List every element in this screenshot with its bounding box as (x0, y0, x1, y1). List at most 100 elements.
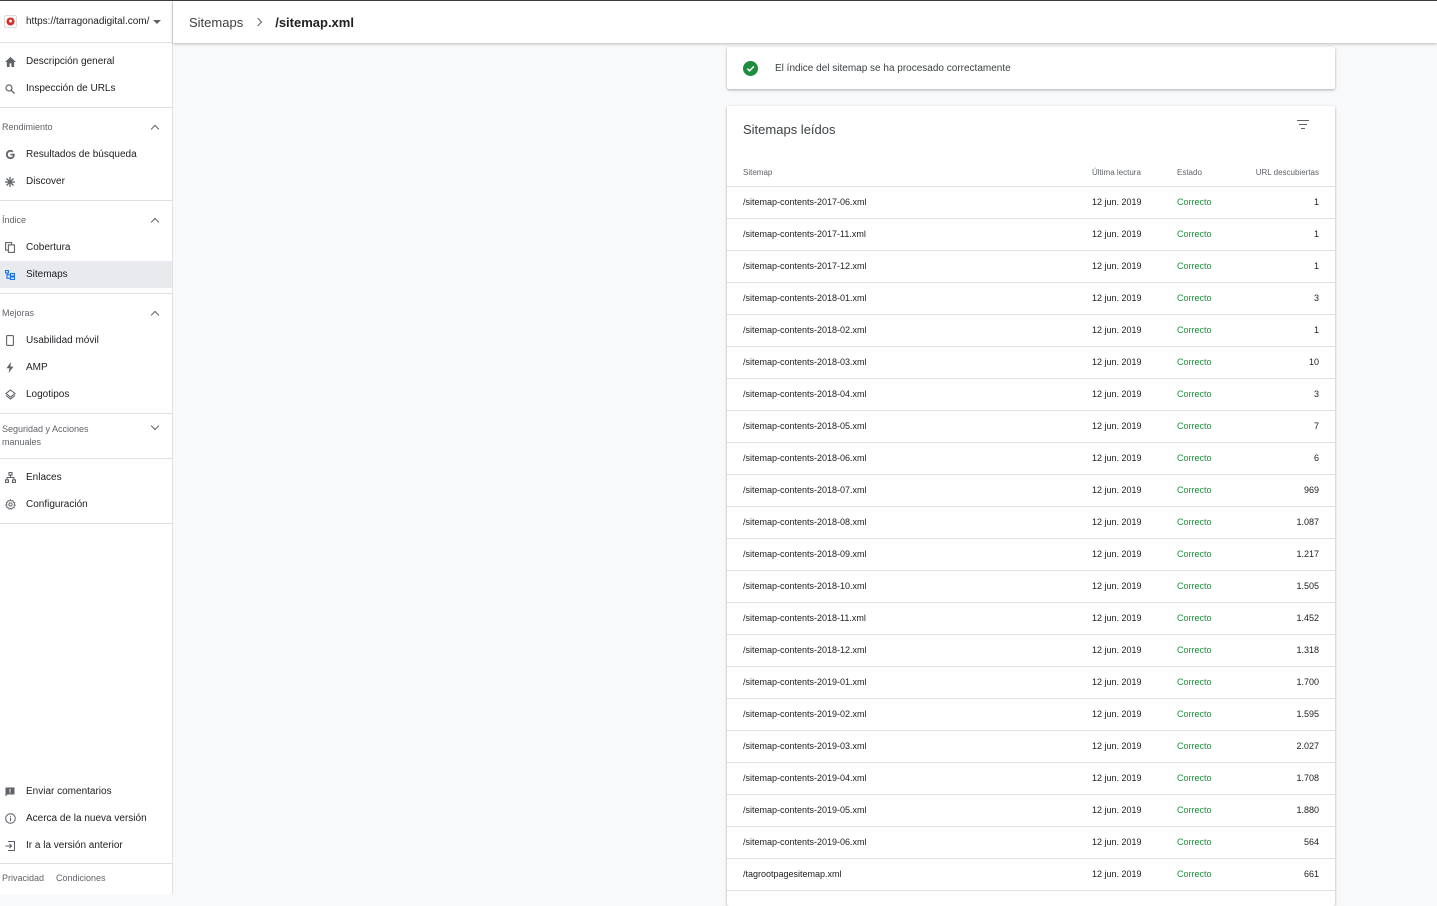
nav-item-label: Usabilidad móvil (26, 335, 99, 346)
section-toggle-enhancements[interactable]: Mejoras (0, 299, 172, 327)
cell-state: Correcto (1177, 869, 1212, 879)
table-row[interactable]: /sitemap-contents-2018-12.xml 12 jun. 201… (727, 635, 1335, 667)
nav-item-label: Enviar comentarios (26, 786, 112, 797)
property-icon (4, 15, 17, 28)
cell-sitemap: /sitemap-contents-2019-01.xml (743, 677, 867, 687)
nav-item-discover[interactable]: Discover (0, 168, 172, 195)
nav-item-overview[interactable]: Descripción general (0, 48, 172, 75)
table-row[interactable]: /sitemap-contents-2018-06.xml 12 jun. 201… (727, 443, 1335, 475)
chevron-down-icon (150, 421, 160, 431)
cell-state: Correcto (1177, 325, 1212, 335)
column-header-sitemap[interactable]: Sitemap (743, 168, 772, 177)
table-row[interactable]: /sitemap-contents-2018-04.xml 12 jun. 201… (727, 379, 1335, 411)
breadcrumb-sitemaps[interactable]: Sitemaps (189, 15, 243, 30)
nav-item-links[interactable]: Enlaces (0, 464, 172, 491)
layers-icon (4, 389, 16, 401)
cell-last-read: 12 jun. 2019 (1092, 421, 1142, 431)
search-icon (4, 83, 16, 95)
bolt-icon (4, 362, 16, 374)
breadcrumb-current: /sitemap.xml (275, 14, 354, 30)
table-row[interactable]: /sitemap-contents-2018-05.xml 12 jun. 201… (727, 411, 1335, 443)
cell-sitemap: /sitemap-contents-2018-03.xml (743, 357, 867, 367)
cell-urls: 1.217 (1296, 549, 1319, 559)
check-circle-icon (743, 60, 758, 76)
cell-urls: 1.880 (1296, 805, 1319, 815)
cell-state: Correcto (1177, 581, 1212, 591)
section-toggle-index[interactable]: Índice (0, 206, 172, 234)
cell-state: Correcto (1177, 709, 1212, 719)
cell-sitemap: /sitemap-contents-2018-07.xml (743, 485, 867, 495)
cell-last-read: 12 jun. 2019 (1092, 485, 1142, 495)
nav-item-settings[interactable]: Configuración (0, 491, 172, 518)
table-row[interactable]: /sitemap-contents-2017-12.xml 12 jun. 201… (727, 251, 1335, 283)
table-row[interactable]: /sitemap-contents-2019-01.xml 12 jun. 201… (727, 667, 1335, 699)
nav-item-previous-version[interactable]: Ir a la versión anterior (0, 832, 172, 859)
cell-state: Correcto (1177, 261, 1212, 271)
table-row[interactable]: /sitemap-contents-2017-06.xml 12 jun. 201… (727, 187, 1335, 219)
nav-section-security: Seguridad y Acciones manuales (0, 414, 172, 459)
nav-item-mobile-usability[interactable]: Usabilidad móvil (0, 327, 172, 354)
table-row[interactable]: /sitemap-contents-2018-01.xml 12 jun. 201… (727, 283, 1335, 315)
chevron-right-icon (253, 17, 263, 27)
nav-item-logos[interactable]: Logotipos (0, 381, 172, 408)
cell-state: Correcto (1177, 613, 1212, 623)
cell-state: Correcto (1177, 645, 1212, 655)
table-row[interactable]: /tagrootpagesitemap.xml 12 jun. 2019 Corre… (727, 859, 1335, 891)
table-row[interactable]: /sitemap-contents-2018-09.xml 12 jun. 201… (727, 539, 1335, 571)
cell-state: Correcto (1177, 773, 1212, 783)
cell-sitemap: /sitemap-contents-2019-02.xml (743, 709, 867, 719)
cell-urls: 1.708 (1296, 773, 1319, 783)
nav-item-sitemaps[interactable]: Sitemaps (0, 261, 172, 288)
cell-sitemap: /sitemap-contents-2018-06.xml (743, 453, 867, 463)
column-header-state[interactable]: Estado (1177, 168, 1202, 177)
status-card: El índice del sitemap se ha procesado co… (727, 47, 1335, 89)
table-row[interactable]: /sitemap-contents-2019-03.xml 12 jun. 201… (727, 731, 1335, 763)
filter-icon[interactable] (1297, 120, 1309, 132)
privacy-link[interactable]: Privacidad (2, 873, 44, 883)
cell-sitemap: /sitemap-contents-2018-05.xml (743, 421, 867, 431)
cell-last-read: 12 jun. 2019 (1092, 581, 1142, 591)
table-row[interactable]: /sitemap-contents-2018-10.xml 12 jun. 201… (727, 571, 1335, 603)
terms-link[interactable]: Condiciones (56, 873, 106, 883)
nav-item-label: Discover (26, 176, 65, 187)
nav-section-enhancements: Mejoras Usabilidad móvil AMP Logotipos (0, 294, 172, 414)
google-icon (4, 149, 16, 161)
table-row[interactable]: /sitemap-contents-2018-07.xml 12 jun. 201… (727, 475, 1335, 507)
table-row[interactable]: /sitemap-contents-2019-06.xml 12 jun. 201… (727, 827, 1335, 859)
property-selector[interactable]: https://tarragonadigital.com/ (0, 1, 172, 43)
table-row[interactable]: /sitemap-contents-2017-11.xml 12 jun. 201… (727, 219, 1335, 251)
feedback-icon (4, 786, 16, 798)
nav-item-coverage[interactable]: Cobertura (0, 234, 172, 261)
column-header-urls[interactable]: URL descubiertas (1256, 168, 1319, 177)
table-row[interactable]: /sitemap-contents-2018-02.xml 12 jun. 201… (727, 315, 1335, 347)
cell-urls: 564 (1303, 837, 1319, 847)
nav-item-amp[interactable]: AMP (0, 354, 172, 381)
nav-item-search-results[interactable]: Resultados de búsqueda (0, 141, 172, 168)
nav-item-send-feedback[interactable]: Enviar comentarios (0, 778, 172, 805)
nav-item-label: Logotipos (26, 389, 70, 400)
table-row[interactable]: /sitemap-contents-2018-03.xml 12 jun. 201… (727, 347, 1335, 379)
nav-item-label: Enlaces (26, 472, 62, 483)
property-url: https://tarragonadigital.com/ (26, 16, 150, 27)
table-row[interactable]: /sitemap-contents-2018-11.xml 12 jun. 201… (727, 603, 1335, 635)
table-row[interactable]: /sitemap-contents-2018-08.xml 12 jun. 201… (727, 507, 1335, 539)
section-title: Seguridad y Acciones manuales (2, 424, 89, 447)
nav-item-label: Acerca de la nueva versión (26, 813, 147, 824)
column-header-last-read[interactable]: Última lectura (1092, 168, 1141, 177)
cell-last-read: 12 jun. 2019 (1092, 741, 1142, 751)
table-row[interactable]: /sitemap-contents-2019-05.xml 12 jun. 201… (727, 795, 1335, 827)
cell-last-read: 12 jun. 2019 (1092, 677, 1142, 687)
nav-item-label: Inspección de URLs (26, 83, 116, 94)
cell-sitemap: /sitemap-contents-2018-09.xml (743, 549, 867, 559)
table-row[interactable]: /sitemap-contents-2019-02.xml 12 jun. 201… (727, 699, 1335, 731)
sidebar: https://tarragonadigital.com/ Descripció… (0, 1, 173, 894)
section-toggle-security[interactable]: Seguridad y Acciones manuales (0, 419, 172, 453)
section-toggle-performance[interactable]: Rendimiento (0, 113, 172, 141)
table-row[interactable]: /sitemap-contents-2019-04.xml 12 jun. 201… (727, 763, 1335, 795)
nav-item-about-new-version[interactable]: Acerca de la nueva versión (0, 805, 172, 832)
cell-state: Correcto (1177, 197, 1212, 207)
sidebar-footer: Privacidad Condiciones (0, 863, 172, 883)
nav-item-url-inspection[interactable]: Inspección de URLs (0, 75, 172, 102)
cell-last-read: 12 jun. 2019 (1092, 837, 1142, 847)
cell-sitemap: /sitemap-contents-2018-08.xml (743, 517, 867, 527)
